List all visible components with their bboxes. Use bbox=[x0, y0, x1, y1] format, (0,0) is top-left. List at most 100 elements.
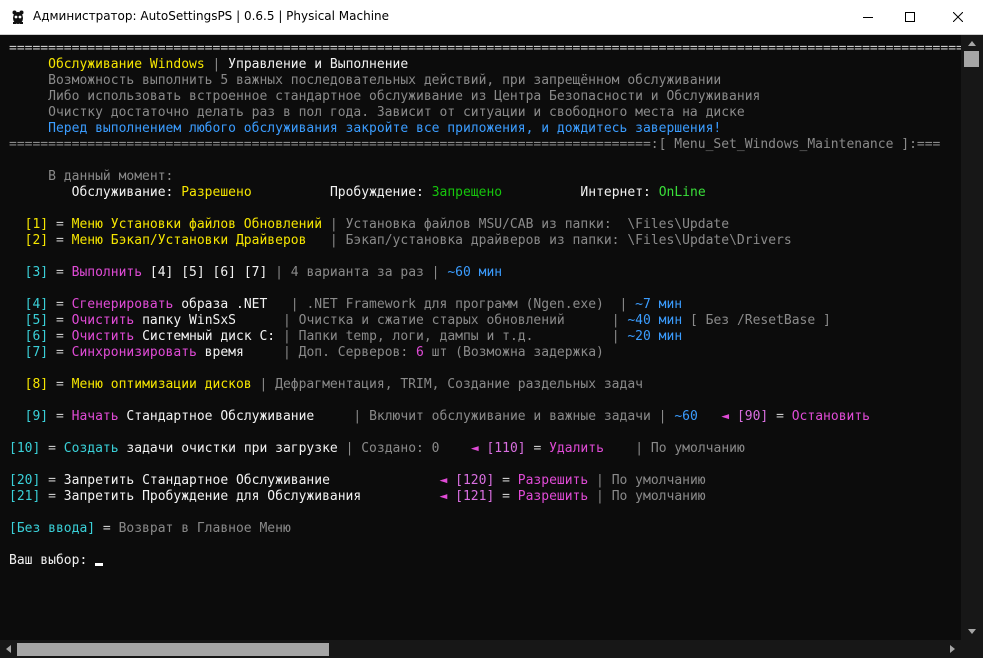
console-text: Перед выполнением любого обслуживания за… bbox=[48, 121, 722, 136]
console-text: Системный диск C: bbox=[134, 329, 276, 344]
console-text: Возврат в Главное Меню bbox=[118, 521, 291, 536]
console-line: [2] = Меню Бэкап/Установки Драйверов | Б… bbox=[9, 233, 792, 249]
app-mascot-icon bbox=[12, 10, 24, 24]
console-text: = bbox=[48, 297, 72, 312]
scroll-right-icon bbox=[950, 645, 955, 653]
console-line: [Без ввода] = Возврат в Главное Меню bbox=[9, 521, 291, 537]
console-line: [21] = Запретить Пробуждение для Обслужи… bbox=[9, 489, 706, 505]
maximize-button[interactable] bbox=[887, 0, 933, 34]
scroll-left-button[interactable] bbox=[0, 640, 17, 658]
scroll-right-button[interactable] bbox=[944, 640, 961, 658]
console-text: Разрешить bbox=[517, 473, 589, 488]
console-text: Удалить bbox=[549, 441, 604, 456]
minimize-icon bbox=[863, 17, 873, 18]
console-text: Очистить bbox=[71, 313, 135, 328]
minimize-button[interactable] bbox=[845, 0, 891, 34]
console-text: Меню оптимизации дисков bbox=[71, 377, 252, 392]
console-text: ◄ bbox=[361, 489, 456, 504]
scroll-up-button[interactable] bbox=[961, 35, 983, 52]
console-line: [9] = Начать Стандартное Обслуживание | … bbox=[9, 409, 870, 425]
console-text: Создано: 0 bbox=[361, 441, 440, 456]
vertical-scrollbar[interactable] bbox=[961, 35, 983, 640]
console-text: [21] bbox=[9, 489, 41, 504]
console-text: задачи очистки при загрузке bbox=[118, 441, 338, 456]
console-text: Меню Установки файлов Обновлений bbox=[71, 217, 323, 232]
console-text: Бэкап/установка драйверов из папки: \Fil… bbox=[345, 233, 792, 248]
scroll-down-icon bbox=[968, 629, 976, 634]
console-text: | bbox=[314, 409, 370, 424]
console-line: Ваш выбор: bbox=[9, 553, 104, 569]
console-text: [9] bbox=[24, 409, 49, 424]
console-text: ========================================… bbox=[9, 41, 961, 56]
console-text: Очистку достаточно делать раз в пол года… bbox=[48, 105, 745, 120]
console-text: [120] bbox=[455, 473, 495, 488]
console-text: шт (Возможна задержка) bbox=[423, 345, 604, 360]
console-text: | bbox=[533, 329, 628, 344]
console-text: | bbox=[564, 313, 628, 328]
console-text: = bbox=[494, 473, 518, 488]
console-text: Возможность выполнить 5 важных последова… bbox=[48, 73, 722, 88]
console-text: ◄ bbox=[697, 409, 737, 424]
console-text: | bbox=[603, 441, 651, 456]
console-line: Либо использовать встроенное стандартное… bbox=[9, 89, 760, 105]
console-text: Начать bbox=[71, 409, 119, 424]
console-text: Либо использовать встроенное стандартное… bbox=[48, 89, 761, 104]
horizontal-scroll-thumb[interactable] bbox=[17, 643, 329, 656]
console-line: [5] = Очистить папку WinSxS | Очистка и … bbox=[9, 313, 831, 329]
console-text: = bbox=[48, 233, 72, 248]
console-text: Запретить Стандартное Обслуживание bbox=[63, 473, 330, 488]
input-cursor[interactable] bbox=[95, 563, 104, 566]
console-text: [5] bbox=[24, 313, 49, 328]
console-line: ========================================… bbox=[9, 137, 940, 153]
console-text: | bbox=[243, 345, 299, 360]
console-text: Включит обслуживание и важные задачи bbox=[369, 409, 651, 424]
console-text: Меню Бэкап/Установки Драйверов bbox=[71, 233, 307, 248]
console-line: ========================================… bbox=[9, 41, 961, 57]
console-text: [110] bbox=[486, 441, 526, 456]
console-line: [1] = Меню Установки файлов Обновлений |… bbox=[9, 217, 729, 233]
scrollbar-corner bbox=[961, 640, 983, 658]
console-text: Выполнить bbox=[71, 265, 143, 280]
console-text: = bbox=[494, 489, 518, 504]
console-text: В данный момент: bbox=[48, 169, 174, 184]
console-line: [4] = Сгенерировать образа .NET | .NET F… bbox=[9, 297, 682, 313]
console-output[interactable]: ========================================… bbox=[0, 35, 961, 640]
horizontal-scrollbar[interactable] bbox=[0, 640, 961, 658]
console-text: | bbox=[275, 329, 299, 344]
console-text: = bbox=[40, 441, 64, 456]
console-text: | bbox=[251, 377, 276, 392]
console-text: Стандартное Обслуживание bbox=[118, 409, 315, 424]
console-text: | bbox=[603, 297, 636, 312]
console-text: = bbox=[95, 521, 119, 536]
console-text: Очистка и сжатие старых обновлений bbox=[298, 313, 565, 328]
console-line: В данный момент: bbox=[9, 169, 173, 185]
console-text: | bbox=[267, 297, 307, 312]
scroll-down-button[interactable] bbox=[961, 623, 983, 640]
console-text: | bbox=[650, 409, 675, 424]
console-text: ========================================… bbox=[9, 137, 941, 152]
console-text: [Без ввода] bbox=[9, 521, 96, 536]
console-text: | bbox=[588, 489, 612, 504]
close-button[interactable] bbox=[935, 0, 981, 34]
console-text: Папки temp, логи, дампы и т.д. bbox=[298, 329, 534, 344]
window-title: Администратор: AutoSettingsPS | 0.6.5 | … bbox=[33, 9, 390, 23]
scroll-left-icon bbox=[6, 645, 11, 653]
console-text: [121] bbox=[455, 489, 495, 504]
console-text: = bbox=[525, 441, 550, 456]
console-text: = bbox=[40, 473, 64, 488]
console-text: | bbox=[204, 57, 229, 72]
console-line: Обслуживание Windows | Управление и Выпо… bbox=[9, 57, 408, 73]
scroll-up-icon bbox=[968, 41, 976, 46]
vertical-scroll-thumb[interactable] bbox=[964, 51, 979, 67]
console-line: Очистку достаточно делать раз в пол года… bbox=[9, 105, 745, 121]
console-text: [2] bbox=[24, 233, 49, 248]
